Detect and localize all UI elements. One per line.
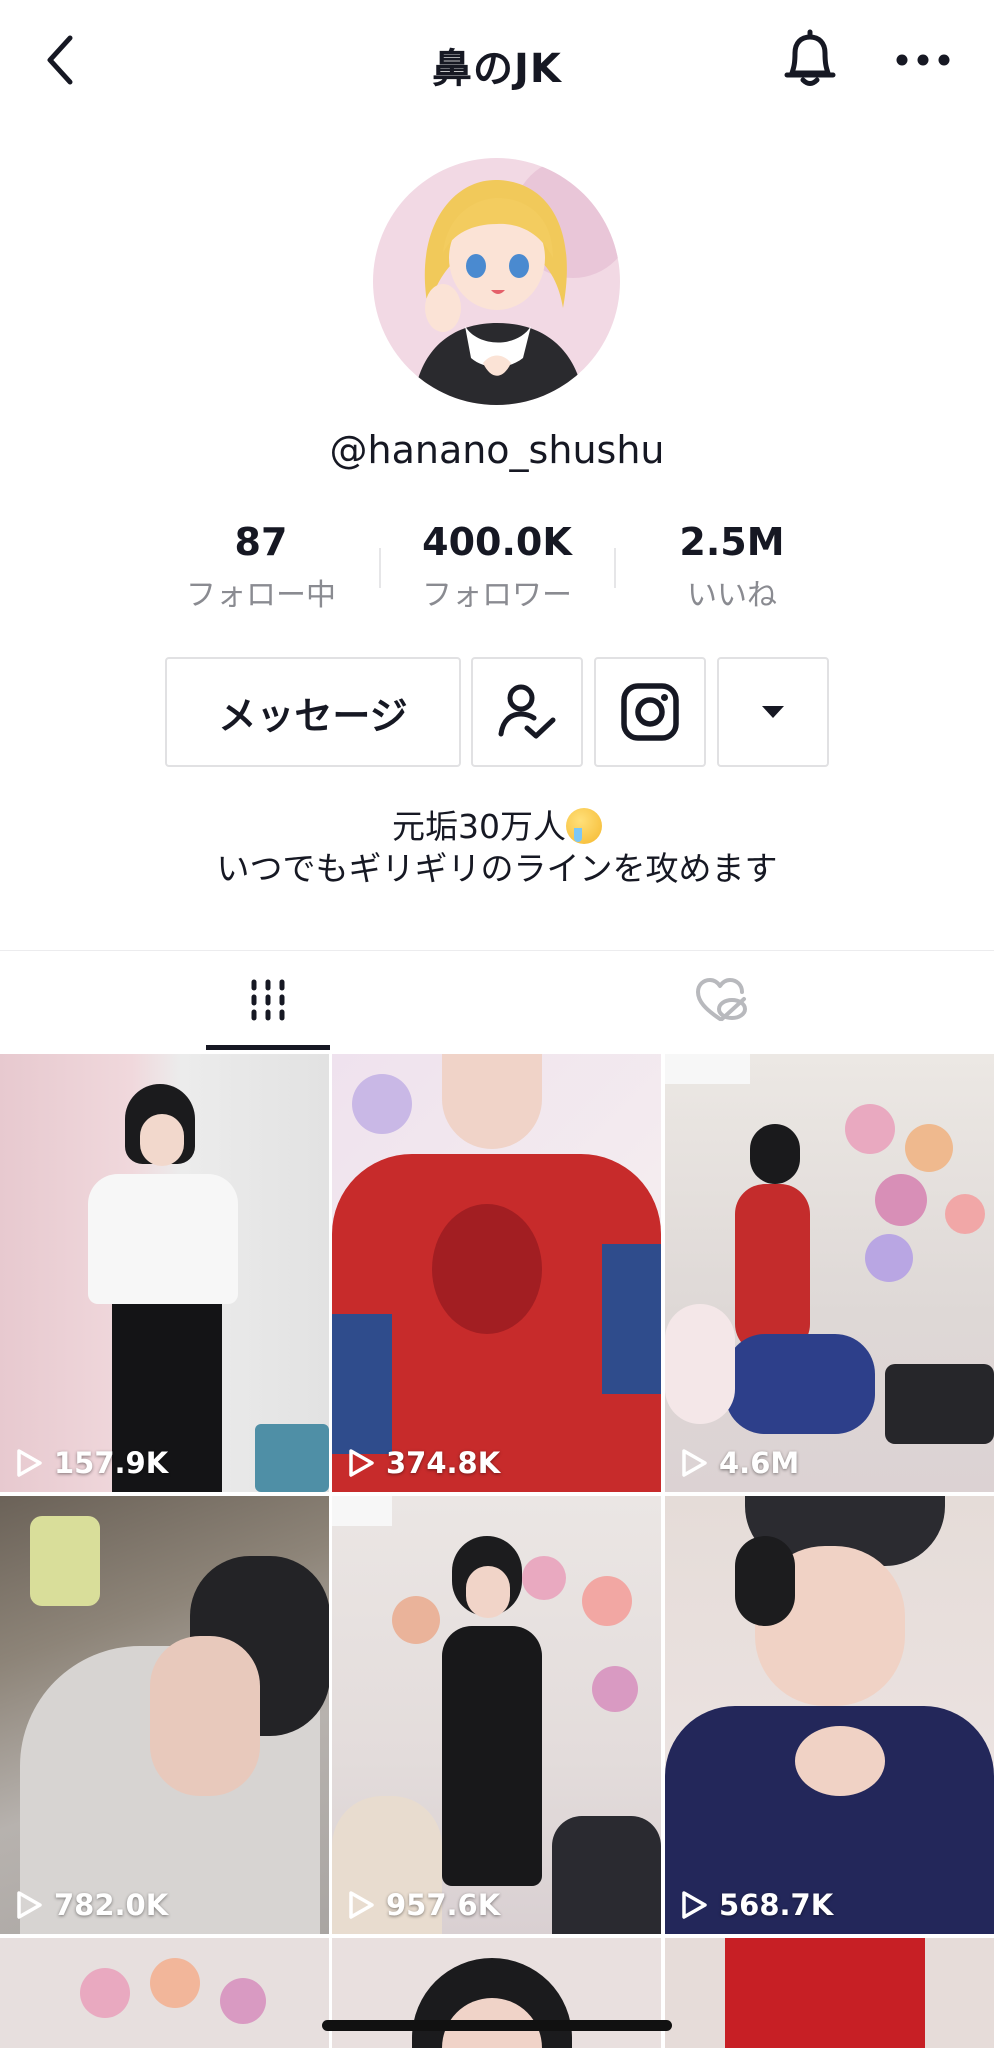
view-count: 157.9K — [14, 1446, 168, 1480]
page-title: 鼻のJK — [432, 46, 562, 92]
video-thumbnail[interactable]: 157.9K — [0, 1054, 329, 1492]
grid-icon — [251, 979, 285, 1021]
view-count-label: 4.6M — [719, 1446, 800, 1480]
caret-down-icon — [762, 706, 784, 718]
avatar-illustration — [373, 158, 620, 405]
crying-face-icon — [566, 808, 602, 844]
username: @hanano_shushu — [329, 428, 665, 472]
view-count: 4.6M — [679, 1446, 799, 1480]
video-thumbnail[interactable] — [665, 1938, 994, 2048]
view-count-label: 568.7K — [719, 1888, 834, 1922]
view-count-label: 957.6K — [386, 1888, 501, 1922]
profile-stats: 87 フォロー中 400.0K フォロワー 2.5M いいね — [0, 520, 994, 620]
video-thumbnail[interactable]: 374.8K — [332, 1054, 661, 1492]
tab-liked[interactable] — [660, 952, 784, 1048]
bio-line: 元垢30万人 — [392, 807, 566, 846]
stat-label: フォロワー — [422, 578, 572, 613]
stat-value: 400.0K — [422, 520, 572, 564]
instagram-button[interactable] — [594, 657, 706, 767]
stat-divider — [379, 548, 381, 588]
video-thumbnail[interactable]: 4.6M — [665, 1054, 994, 1492]
top-bar: 鼻のJK — [0, 0, 994, 125]
more-options-button[interactable] — [890, 40, 956, 80]
message-button[interactable]: メッセージ — [165, 657, 461, 767]
view-count: 568.7K — [679, 1888, 833, 1922]
avatar[interactable] — [373, 158, 620, 405]
view-count: 374.8K — [346, 1446, 500, 1480]
play-icon — [17, 1449, 42, 1477]
notification-button[interactable] — [777, 26, 843, 92]
tab-videos[interactable] — [206, 952, 330, 1048]
view-count: 957.6K — [346, 1888, 500, 1922]
home-indicator — [322, 2020, 672, 2031]
active-tab-indicator — [206, 1045, 330, 1050]
play-icon — [682, 1891, 707, 1919]
play-icon — [349, 1449, 374, 1477]
more-horizontal-icon — [896, 54, 950, 66]
user-check-icon — [498, 684, 556, 739]
video-thumbnail[interactable] — [0, 1938, 329, 2048]
video-thumbnail[interactable] — [332, 1938, 661, 2048]
stat-followers[interactable]: 400.0K フォロワー — [387, 520, 607, 614]
following-button[interactable] — [471, 657, 583, 767]
heart-lock-icon — [696, 978, 747, 1021]
view-count-label: 374.8K — [386, 1446, 501, 1480]
view-count-label: 157.9K — [54, 1446, 169, 1480]
bio: 元垢30万人 いつでもギリギリのラインを攻めます — [0, 806, 994, 890]
stat-following[interactable]: 87 フォロー中 — [151, 520, 371, 614]
video-thumbnail[interactable]: 782.0K — [0, 1496, 329, 1934]
play-icon — [349, 1891, 374, 1919]
stat-value: 2.5M — [679, 520, 785, 564]
play-icon — [682, 1449, 707, 1477]
stat-divider — [614, 548, 616, 588]
stat-value: 87 — [234, 520, 288, 564]
view-count-label: 782.0K — [54, 1888, 169, 1922]
stat-likes[interactable]: 2.5M いいね — [622, 520, 842, 614]
stat-label: フォロー中 — [186, 578, 336, 613]
dropdown-button[interactable] — [717, 657, 829, 767]
view-count: 782.0K — [14, 1888, 168, 1922]
bell-icon — [784, 29, 836, 86]
bio-line: いつでもギリギリのラインを攻めます — [216, 849, 778, 888]
tabs-divider — [0, 950, 994, 951]
play-icon — [17, 1891, 42, 1919]
video-thumbnail[interactable]: 957.6K — [332, 1496, 661, 1934]
video-thumbnail[interactable]: 568.7K — [665, 1496, 994, 1934]
instagram-icon — [621, 683, 679, 741]
stat-label: いいね — [687, 578, 777, 613]
